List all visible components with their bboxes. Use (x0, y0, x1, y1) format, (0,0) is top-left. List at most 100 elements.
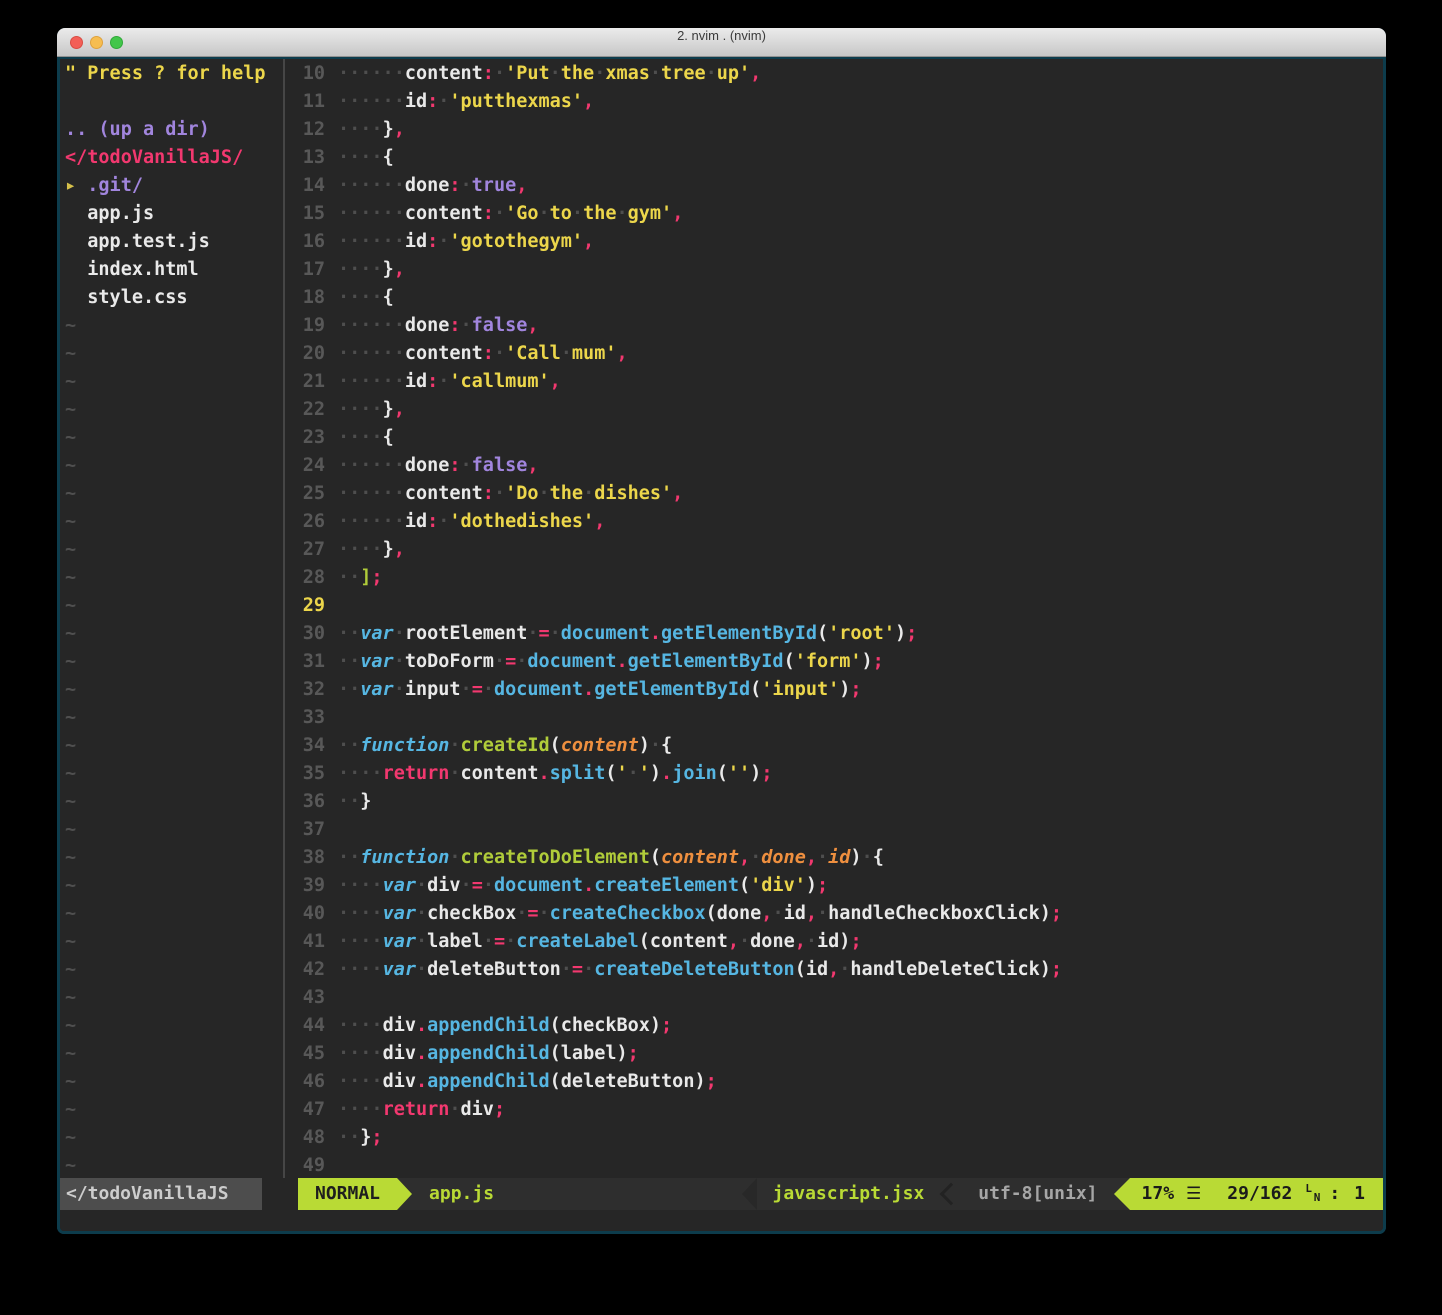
line-number: 24 (285, 452, 325, 480)
token-p: = (472, 875, 483, 896)
token-t: ···· (338, 763, 383, 784)
code-line[interactable]: 25······content:·'Do·the·dishes', (285, 480, 1383, 508)
tree-item[interactable]: style.css (60, 284, 283, 312)
code-line[interactable]: 37 (285, 816, 1383, 844)
tree-item[interactable]: </todoVanillaJS/ (60, 144, 283, 172)
code-line[interactable]: 27····}, (285, 536, 1383, 564)
code-line[interactable]: 18····{ (285, 284, 1383, 312)
code-line[interactable]: 32 ··var·input·=·document.getElementById(… (285, 676, 1383, 704)
code-line[interactable]: 10······content:·'Put·the·xmas·tree·up', (285, 60, 1383, 88)
close-button[interactable] (70, 36, 83, 49)
token-b: join (672, 763, 717, 784)
code-line[interactable]: 15······content:·'Go·to·the·gym', (285, 200, 1383, 228)
code-line[interactable]: 23····{ (285, 424, 1383, 452)
zoom-button[interactable] (110, 36, 123, 49)
token-t: ·· (338, 735, 360, 756)
code-line[interactable]: 12····}, (285, 116, 1383, 144)
token-w: { (873, 847, 884, 868)
code-line[interactable]: 24 ······done:·false, (285, 452, 1383, 480)
token-w: } (383, 119, 394, 140)
code-line[interactable]: 22····}, (285, 396, 1383, 424)
code-line[interactable]: 19······done:·false, (285, 312, 1383, 340)
powerline-arrow-right-icon (397, 1178, 412, 1210)
token-w: ( (817, 623, 828, 644)
minimize-button[interactable] (90, 36, 103, 49)
code-line[interactable]: 17····}, (285, 256, 1383, 284)
code-line[interactable]: 14······done:·true, (285, 172, 1383, 200)
token-w: ) (750, 763, 761, 784)
line-code: ··var·rootElement·=·document.getElementB… (338, 623, 917, 644)
empty-line-tilde: ~ (60, 508, 283, 536)
token-w: ( (739, 875, 750, 896)
tree-item[interactable]: app.js (60, 200, 283, 228)
token-g: createToDoElement (461, 847, 650, 868)
code-line[interactable]: 30··var·rootElement·=·document.getElemen… (285, 620, 1383, 648)
code-line[interactable]: 35····return·content.split('·').join('')… (285, 760, 1383, 788)
token-p: , (527, 315, 538, 336)
code-editor-buffer[interactable]: 10······content:·'Put·the·xmas·tree·up',… (285, 59, 1383, 1178)
token-t: · (817, 903, 828, 924)
code-line[interactable]: 46····div.appendChild(deleteButton); (285, 1068, 1383, 1096)
token-p: return (383, 1099, 450, 1120)
code-line[interactable]: 43 (285, 984, 1383, 1012)
line-number: 32 (285, 676, 325, 704)
tree-item[interactable]: ▸ .git/ (60, 172, 283, 200)
code-line[interactable]: 45····div.appendChild(label); (285, 1040, 1383, 1068)
token-p: : (427, 91, 438, 112)
token-arrow: ▸ (65, 175, 87, 196)
code-line[interactable]: 34··function·createId(content)·{ (285, 732, 1383, 760)
empty-line-tilde: ~ (60, 1096, 283, 1124)
tree-item[interactable]: " Press ? for help (60, 60, 283, 88)
token-t: · (394, 651, 405, 672)
line-code: ······done:·false, (338, 315, 539, 336)
line-code: ··var·input·=·document.getElementById('i… (338, 679, 862, 700)
token-p: , (806, 903, 817, 924)
empty-line-tilde: ~ (60, 816, 283, 844)
code-line[interactable]: 40····var·checkBox·=·createCheckbox(done… (285, 900, 1383, 928)
token-t: · (483, 875, 494, 896)
line-code: ······done:·false, (338, 455, 539, 476)
code-line[interactable]: 31··var·toDoForm·=·document.getElementBy… (285, 648, 1383, 676)
code-line[interactable]: 16······id:·'gotothegym', (285, 228, 1383, 256)
tree-item[interactable]: app.test.js (60, 228, 283, 256)
token-w: checkBox (427, 903, 516, 924)
tree-item[interactable]: index.html (60, 256, 283, 284)
code-line[interactable]: 44····div.appendChild(checkBox); (285, 1012, 1383, 1040)
code-line[interactable]: 13····{ (285, 144, 1383, 172)
nerdtree-file-explorer[interactable]: " Press ? for help .. (up a dir)</todoVan… (60, 59, 283, 1178)
line-code: ····{ (338, 287, 394, 308)
code-line[interactable]: 28··]; (285, 564, 1383, 592)
code-line[interactable]: 29 (285, 592, 1383, 620)
token-t: ···· (338, 875, 383, 896)
token-t: ······ (338, 315, 405, 336)
empty-line-tilde: ~ (60, 620, 283, 648)
code-line[interactable]: 36··} (285, 788, 1383, 816)
token-p: , (828, 959, 839, 980)
code-line[interactable]: 41····var·label·=·createLabel(content,·d… (285, 928, 1383, 956)
code-line[interactable]: 42····var·deleteButton·=·createDeleteBut… (285, 956, 1383, 984)
line-number: 25 (285, 480, 325, 508)
line-number: 28 (285, 564, 325, 592)
code-line[interactable]: 26······id:·'dothedishes', (285, 508, 1383, 536)
token-t: · (416, 903, 427, 924)
token-v: true (472, 175, 517, 196)
line-code: ······id:·'gotothegym', (338, 231, 594, 252)
token-p: ; (628, 1043, 639, 1064)
code-line[interactable]: 38··function·createToDoElement(content,·… (285, 844, 1383, 872)
command-line[interactable] (60, 1210, 1383, 1231)
token-kb: var (383, 875, 416, 896)
code-line[interactable]: 21······id:·'callmum', (285, 368, 1383, 396)
code-line[interactable]: 49 (285, 1152, 1383, 1178)
window-titlebar[interactable]: 2. nvim . (nvim) (57, 28, 1386, 57)
line-code: ······content:·'Put·the·xmas·tree·up', (338, 63, 761, 84)
tree-item[interactable]: .. (up a dir) (60, 116, 283, 144)
code-line[interactable]: 39····var·div·=·document.createElement('… (285, 872, 1383, 900)
token-w: ( (639, 931, 650, 952)
line-number: 47 (285, 1096, 325, 1124)
code-line[interactable]: 47····return·div; (285, 1096, 1383, 1124)
code-line[interactable]: 48··}; (285, 1124, 1383, 1152)
code-line[interactable]: 11······id:·'putthexmas', (285, 88, 1383, 116)
code-line[interactable]: 33 (285, 704, 1383, 732)
token-w: ) (650, 1015, 661, 1036)
code-line[interactable]: 20······content:·'Call·mum', (285, 340, 1383, 368)
